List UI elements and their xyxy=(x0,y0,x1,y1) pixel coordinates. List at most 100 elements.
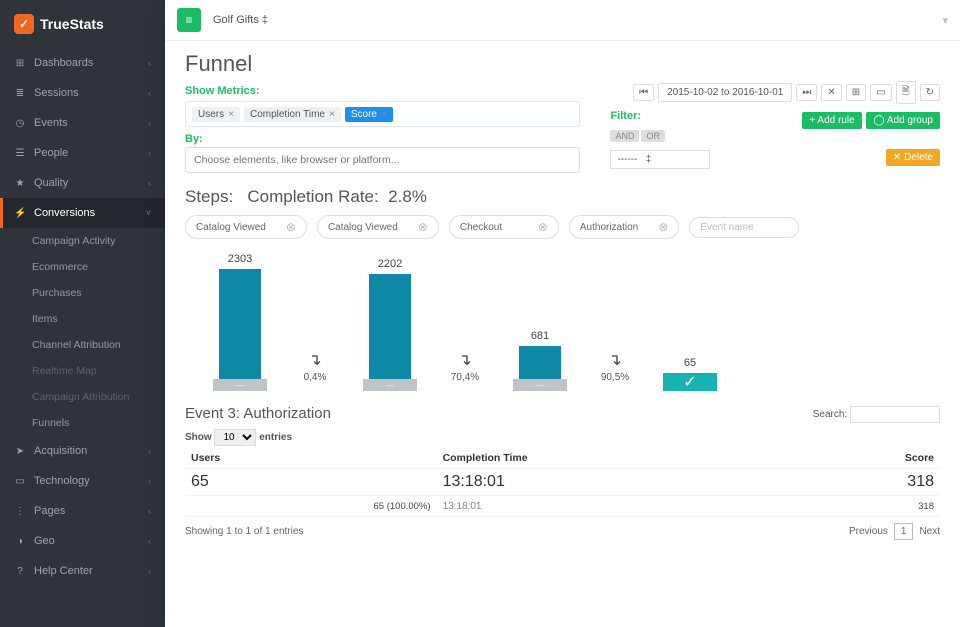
daterange-input[interactable]: 2015-10-02 to 2016-10-01 xyxy=(658,83,792,102)
nav-label: Conversions xyxy=(34,207,146,219)
col-score[interactable]: Score xyxy=(790,448,940,469)
nav-label: Events xyxy=(34,117,148,129)
sidebar-subitem-campaign-attribution[interactable]: Campaign Attribution xyxy=(0,384,165,410)
previous-button[interactable]: Previous xyxy=(849,526,888,537)
remove-tag-icon[interactable]: × xyxy=(228,109,234,120)
event-section: Event 3: Authorization Search: Show 10 e… xyxy=(185,405,940,540)
nav-label: People xyxy=(34,147,148,159)
sidebar-item-pages[interactable]: ⋮Pages‹ xyxy=(0,496,165,526)
page-size-select[interactable]: 10 xyxy=(214,429,256,446)
nav-icon: ▭ xyxy=(14,476,26,487)
remove-step-icon[interactable]: ⊗ xyxy=(658,220,668,234)
sidebar-subitem-ecommerce[interactable]: Ecommerce xyxy=(0,254,165,280)
sidebar-item-geo[interactable]: ◑Geo‹ xyxy=(0,526,165,556)
step-pill[interactable]: Catalog Viewed⊗ xyxy=(317,215,439,239)
chevron-icon: ‹ xyxy=(148,118,151,128)
step-pill[interactable]: Catalog Viewed⊗ xyxy=(185,215,307,239)
sidebar-item-help-center[interactable]: ?Help Center‹ xyxy=(0,556,165,586)
nav-label: Dashboards xyxy=(34,57,148,69)
brand-name: TrueStats xyxy=(40,16,104,32)
toolbar-btn-3[interactable]: ▭ xyxy=(870,84,891,101)
chevron-icon: ‹ xyxy=(148,88,151,98)
daterange-last-button[interactable]: ⏭ xyxy=(796,84,817,101)
nav-label: Technology xyxy=(34,475,148,487)
chevron-icon: ‹ xyxy=(148,148,151,158)
main-panel: ≡ Golf Gifts ‡ ▾ Funnel Show Metrics: Us… xyxy=(165,0,960,627)
nav-icon: ⚡ xyxy=(14,208,26,219)
chevron-icon: ‹ xyxy=(148,476,151,486)
chevron-icon: ‹ xyxy=(148,58,151,68)
metric-tag-users[interactable]: Users × xyxy=(192,107,240,122)
sidebar-subitem-items[interactable]: Items xyxy=(0,306,165,332)
add-rule-button[interactable]: + Add rule xyxy=(802,112,861,129)
nav-icon: ➤ xyxy=(14,446,26,457)
sidebar-item-quality[interactable]: ★Quality‹ xyxy=(0,168,165,198)
remove-step-icon[interactable]: ⊗ xyxy=(286,220,296,234)
users-meta: 65 (100.00%) xyxy=(185,496,437,517)
filter-field-select[interactable]: ------ ‡ xyxy=(610,150,710,169)
remove-step-icon[interactable]: ⊗ xyxy=(538,220,548,234)
filter-logic[interactable]: ANDOR xyxy=(610,131,667,142)
sidebar-item-people[interactable]: ☰People‹ xyxy=(0,138,165,168)
filter-label: Filter: xyxy=(610,110,641,122)
chevron-icon: ˅ xyxy=(146,208,151,218)
step-pill[interactable]: Authorization⊗ xyxy=(569,215,679,239)
sidebar-item-technology[interactable]: ▭ Technology‹ xyxy=(0,466,165,496)
toolbar-btn-2[interactable]: ⊞ xyxy=(846,84,866,101)
next-button[interactable]: Next xyxy=(919,526,940,537)
sidebar-subitem-realtime-map[interactable]: Realtime Map xyxy=(0,358,165,384)
remove-tag-icon[interactable]: × xyxy=(329,109,335,120)
nav-icon: ≣ xyxy=(14,88,26,99)
funnel-chart: 2303—↴0,4%2202—↴70,4%681—↴90,5%65✓ xyxy=(185,251,940,391)
sidebar-item-dashboards[interactable]: ⊞Dashboards‹ xyxy=(0,48,165,78)
user-menu[interactable]: ▾ xyxy=(942,14,948,27)
logic-and[interactable]: AND xyxy=(610,130,639,142)
nav-icon: ⋮ xyxy=(14,506,26,517)
by-input[interactable] xyxy=(185,147,580,173)
sidebar-item-events[interactable]: ◷ Events‹ xyxy=(0,108,165,138)
completion-time-meta: 13:18:01 xyxy=(443,501,482,512)
metric-tag-score[interactable]: Score × xyxy=(345,107,393,122)
metric-tag-completion-time[interactable]: Completion Time × xyxy=(244,107,341,122)
project-select[interactable]: Golf Gifts ‡ xyxy=(213,14,268,26)
score-value: 318 xyxy=(796,473,934,491)
sidebar-subitem-purchases[interactable]: Purchases xyxy=(0,280,165,306)
toolbar-btn-1[interactable]: ✕ xyxy=(821,84,841,101)
score-meta: 318 xyxy=(790,496,940,517)
logo-icon: ✓ xyxy=(14,14,34,34)
sidebar-subitem-funnels[interactable]: Funnels xyxy=(0,410,165,436)
toolbar-refresh-button[interactable]: ↻ xyxy=(920,84,940,101)
step-pill[interactable]: Checkout⊗ xyxy=(449,215,559,239)
daterange-toolbar: ⏮ 2015-10-02 to 2016-10-01 ⏭ ✕ ⊞ ▭ 🗎 ↻ xyxy=(610,81,940,104)
event-table: Users Completion Time Score 65 13:18:01 … xyxy=(185,448,940,517)
nav-icon: ◷ xyxy=(14,118,26,129)
sidebar-item-conversions[interactable]: ⚡ Conversions˅ xyxy=(0,198,165,228)
content-area: Funnel Show Metrics: Users ×Completion T… xyxy=(165,41,960,627)
nav-label: Geo xyxy=(34,535,148,547)
add-group-button[interactable]: ◯ Add group xyxy=(866,112,940,129)
funnel-bar: 2303— xyxy=(195,253,285,391)
sidebar-subitem-campaign-activity[interactable]: Campaign Activity xyxy=(0,228,165,254)
sidebar-item-acquisition[interactable]: ➤Acquisition‹ xyxy=(0,436,165,466)
logic-or[interactable]: OR xyxy=(641,130,665,142)
nav-icon: ★ xyxy=(14,178,26,189)
metrics-input[interactable]: Users × Completion Time × Score × xyxy=(185,101,580,127)
col-users[interactable]: Users xyxy=(185,448,437,469)
page-1-button[interactable]: 1 xyxy=(894,523,914,540)
drop-arrow: ↴90,5% xyxy=(595,350,635,391)
delete-filter-button[interactable]: ✕ Delete xyxy=(886,149,940,166)
by-label: By: xyxy=(185,133,580,145)
sidebar-subitem-channel-attribution[interactable]: Channel Attribution xyxy=(0,332,165,358)
remove-tag-icon[interactable]: × xyxy=(381,109,387,120)
page-title: Funnel xyxy=(185,51,940,77)
toolbar-btn-4[interactable]: 🗎 xyxy=(896,81,916,104)
sidebar-item-sessions[interactable]: ≣Sessions‹ xyxy=(0,78,165,108)
step-pill-add[interactable]: Event name xyxy=(689,217,799,238)
search-input[interactable] xyxy=(850,406,940,423)
menu-toggle-button[interactable]: ≡ xyxy=(177,8,201,32)
remove-step-icon[interactable]: ⊗ xyxy=(418,220,428,234)
topbar: ≡ Golf Gifts ‡ ▾ xyxy=(165,0,960,41)
col-completion-time[interactable]: Completion Time xyxy=(437,448,790,469)
brand-logo: ✓ TrueStats xyxy=(0,0,165,48)
daterange-first-button[interactable]: ⏮ xyxy=(633,84,654,101)
